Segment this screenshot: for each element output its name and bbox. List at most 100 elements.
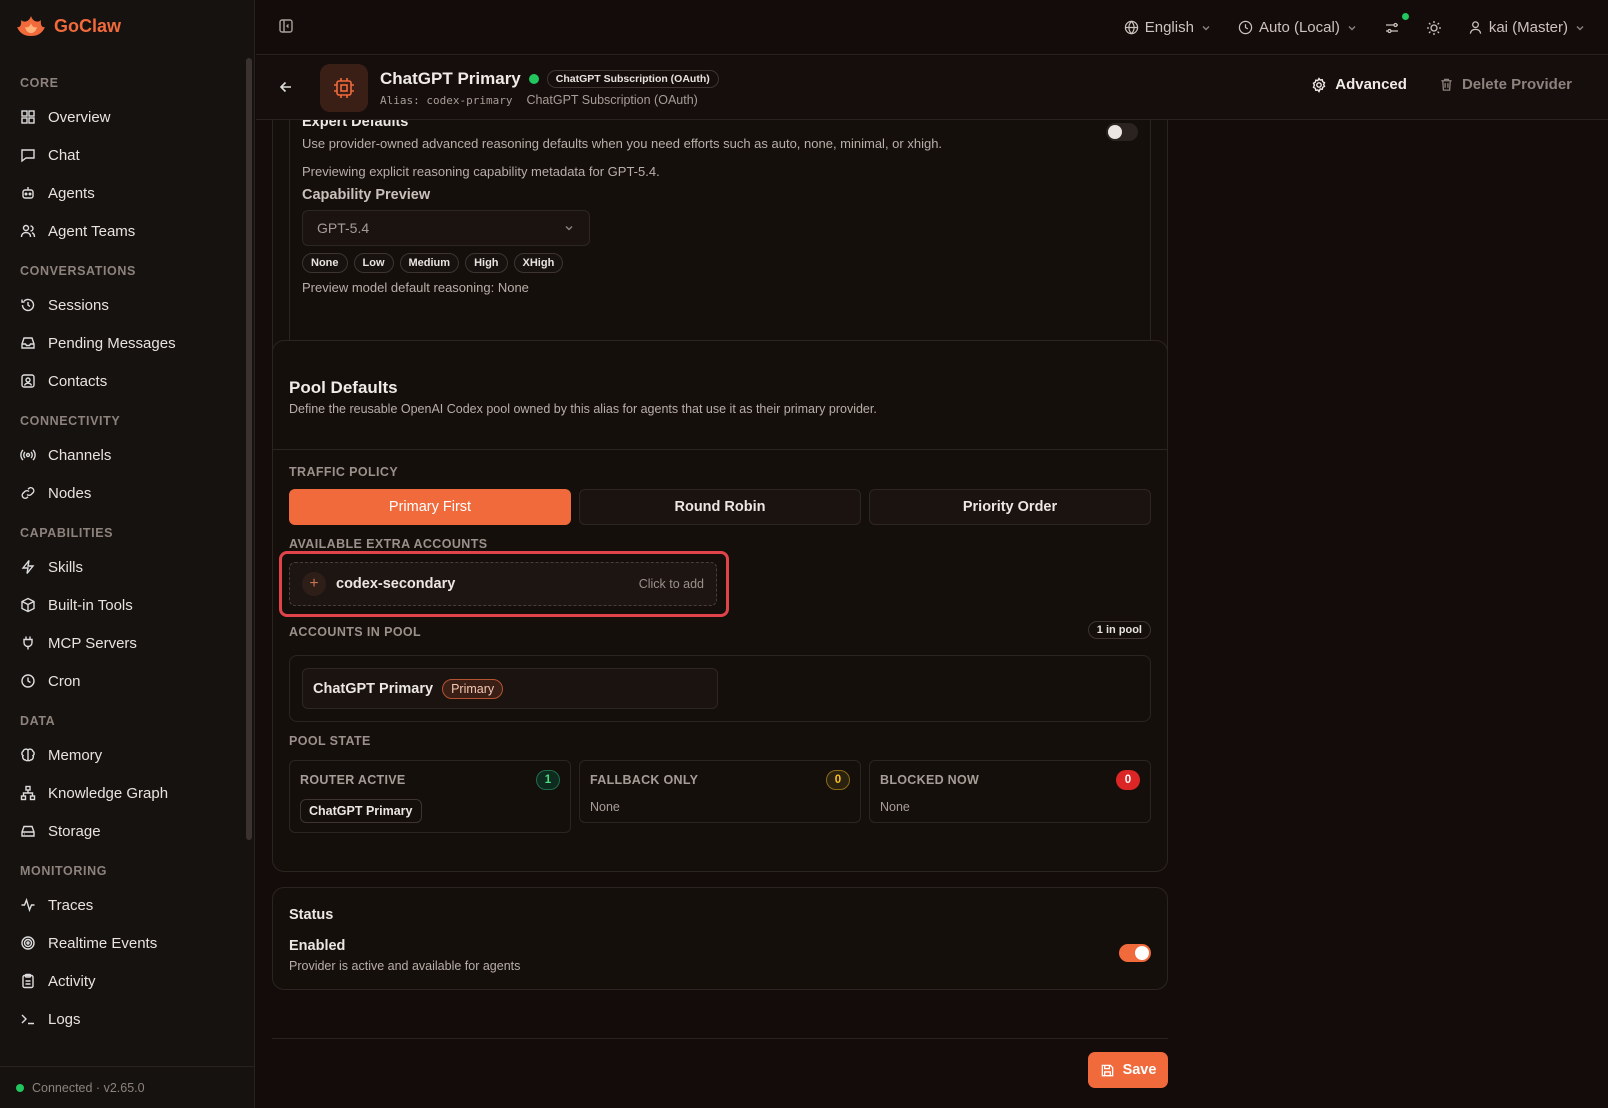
language-select[interactable]: English	[1124, 19, 1212, 36]
state-fallback-only: FALLBACK ONLY 0 None	[579, 760, 861, 823]
save-icon	[1100, 1063, 1115, 1078]
accounts-in-pool-list: ChatGPT Primary Primary	[289, 655, 1151, 722]
sidebar-item-label: Memory	[48, 746, 103, 764]
grid-icon	[20, 109, 36, 125]
accounts-in-pool-label: ACCOUNTS IN POOL	[289, 625, 422, 639]
sidebar-item-contacts[interactable]: Contacts	[0, 362, 247, 400]
capability-model-select[interactable]: GPT-5.4	[302, 210, 590, 246]
sidebar-item-cron[interactable]: Cron	[0, 662, 247, 700]
globe-icon	[1124, 20, 1139, 35]
sidebar-item-nodes[interactable]: Nodes	[0, 474, 247, 512]
back-arrow-icon[interactable]	[278, 79, 294, 95]
sidebar-item-label: Nodes	[48, 484, 92, 502]
sidebar-item-storage[interactable]: Storage	[0, 812, 247, 850]
state-label: FALLBACK ONLY	[590, 773, 699, 787]
policy-round-robin-button[interactable]: Round Robin	[579, 489, 861, 525]
sidebar-item-knowledge-graph[interactable]: Knowledge Graph	[0, 774, 247, 812]
expert-defaults-description: Use provider-owned advanced reasoning de…	[302, 136, 943, 151]
state-account-chip: ChatGPT Primary	[300, 799, 422, 823]
enabled-toggle[interactable]	[1119, 944, 1151, 962]
sidebar-item-label: Traces	[48, 896, 94, 914]
sidebar-toggle-icon[interactable]	[278, 18, 294, 34]
expert-defaults-toggle[interactable]	[1106, 123, 1138, 141]
capability-preview-title: Capability Preview	[302, 187, 431, 203]
sidebar: GoClaw CORE Overview Chat Agents Agent T…	[0, 0, 255, 1108]
sidebar-item-overview[interactable]: Overview	[0, 98, 247, 136]
policy-priority-order-button[interactable]: Priority Order	[869, 489, 1151, 525]
section-core: CORE	[20, 76, 59, 90]
preview-note: Previewing explicit reasoning capability…	[302, 164, 660, 179]
effort-badges: None Low Medium High XHigh	[302, 253, 564, 273]
state-count: 0	[826, 770, 850, 790]
sidebar-item-chat[interactable]: Chat	[0, 136, 247, 174]
sidebar-scrollbar[interactable]	[246, 58, 252, 840]
brand-name: GoClaw	[54, 15, 122, 36]
divider	[273, 449, 1167, 450]
sidebar-item-mcp-servers[interactable]: MCP Servers	[0, 624, 247, 662]
chevron-down-icon	[563, 222, 575, 234]
sidebar-item-realtime-events[interactable]: Realtime Events	[0, 924, 247, 962]
selected-model: GPT-5.4	[317, 220, 370, 236]
sidebar-item-label: Activity	[48, 972, 96, 990]
provider-title-row: ChatGPT Primary ChatGPT Subscription (OA…	[380, 69, 719, 89]
sidebar-item-agent-teams[interactable]: Agent Teams	[0, 212, 247, 250]
topbar-right: English Auto (Local) kai (Master)	[1124, 0, 1586, 55]
timezone-select[interactable]: Auto (Local)	[1238, 19, 1358, 36]
sidebar-item-label: Cron	[48, 672, 81, 690]
chevron-down-icon	[1574, 22, 1586, 34]
connected-dot-icon	[16, 1083, 24, 1092]
effort-badge: Low	[353, 253, 394, 273]
chat-icon	[20, 147, 36, 163]
sidebar-item-traces[interactable]: Traces	[0, 886, 247, 924]
sidebar-item-pending-messages[interactable]: Pending Messages	[0, 324, 247, 362]
plug-icon	[20, 635, 36, 651]
policy-primary-first-button[interactable]: Primary First	[289, 489, 571, 525]
sidebar-item-label: Knowledge Graph	[48, 784, 169, 802]
sidebar-item-label: Sessions	[48, 296, 109, 314]
plus-icon: +	[302, 572, 326, 596]
effort-badge: High	[465, 253, 508, 273]
goclaw-logo-icon	[16, 14, 46, 38]
sidebar-item-label: Logs	[48, 1010, 81, 1028]
sidebar-item-agents[interactable]: Agents	[0, 174, 247, 212]
sidebar-item-channels[interactable]: Channels	[0, 436, 247, 474]
clock-icon	[1238, 20, 1253, 35]
sidebar-item-label: Chat	[48, 146, 80, 164]
gear-icon	[1311, 76, 1327, 93]
sidebar-item-logs[interactable]: Logs	[0, 1000, 247, 1038]
pool-defaults-card: Pool Defaults Define the reusable OpenAI…	[272, 340, 1168, 872]
delete-provider-label: Delete Provider	[1461, 76, 1572, 93]
sidebar-item-skills[interactable]: Skills	[0, 548, 247, 586]
pool-defaults-description: Define the reusable OpenAI Codex pool ow…	[289, 402, 877, 416]
settings-sliders-button[interactable]	[1384, 12, 1409, 36]
history-icon	[20, 297, 36, 313]
pool-member-item[interactable]: ChatGPT Primary Primary	[302, 668, 718, 709]
theme-toggle[interactable]	[1426, 20, 1442, 36]
status-title: Status	[289, 907, 334, 923]
package-icon	[20, 597, 36, 613]
extra-account-add-item[interactable]: + codex-secondary Click to add	[289, 562, 717, 606]
trash-icon	[1439, 77, 1454, 92]
delete-provider-button[interactable]: Delete Provider	[1439, 76, 1572, 93]
sidebar-item-built-in-tools[interactable]: Built-in Tools	[0, 586, 247, 624]
save-button[interactable]: Save	[1088, 1052, 1168, 1088]
sidebar-item-memory[interactable]: Memory	[0, 736, 247, 774]
sidebar-item-sessions[interactable]: Sessions	[0, 286, 247, 324]
sidebar-nav: CORE Overview Chat Agents Agent Teams CO…	[0, 62, 247, 1038]
chevron-down-icon	[1200, 22, 1212, 34]
state-blocked-now: BLOCKED NOW 0 None	[869, 760, 1151, 823]
hard-drive-icon	[20, 823, 36, 839]
enabled-title: Enabled	[289, 938, 346, 954]
provider-type-label: ChatGPT Subscription (OAuth)	[526, 93, 698, 107]
advanced-button[interactable]: Advanced	[1311, 76, 1407, 93]
click-to-add-hint: Click to add	[638, 577, 704, 591]
default-reasoning-text: Preview model default reasoning: None	[302, 280, 529, 295]
user-menu[interactable]: kai (Master)	[1468, 19, 1586, 36]
clipboard-icon	[20, 973, 36, 989]
brand[interactable]: GoClaw	[16, 14, 121, 38]
status-card: Status Enabled Provider is active and av…	[272, 887, 1168, 990]
sidebar-item-activity[interactable]: Activity	[0, 962, 247, 1000]
provider-actions: Advanced Delete Provider	[1311, 76, 1572, 93]
state-label: BLOCKED NOW	[880, 773, 980, 787]
timezone-label: Auto (Local)	[1258, 19, 1340, 36]
